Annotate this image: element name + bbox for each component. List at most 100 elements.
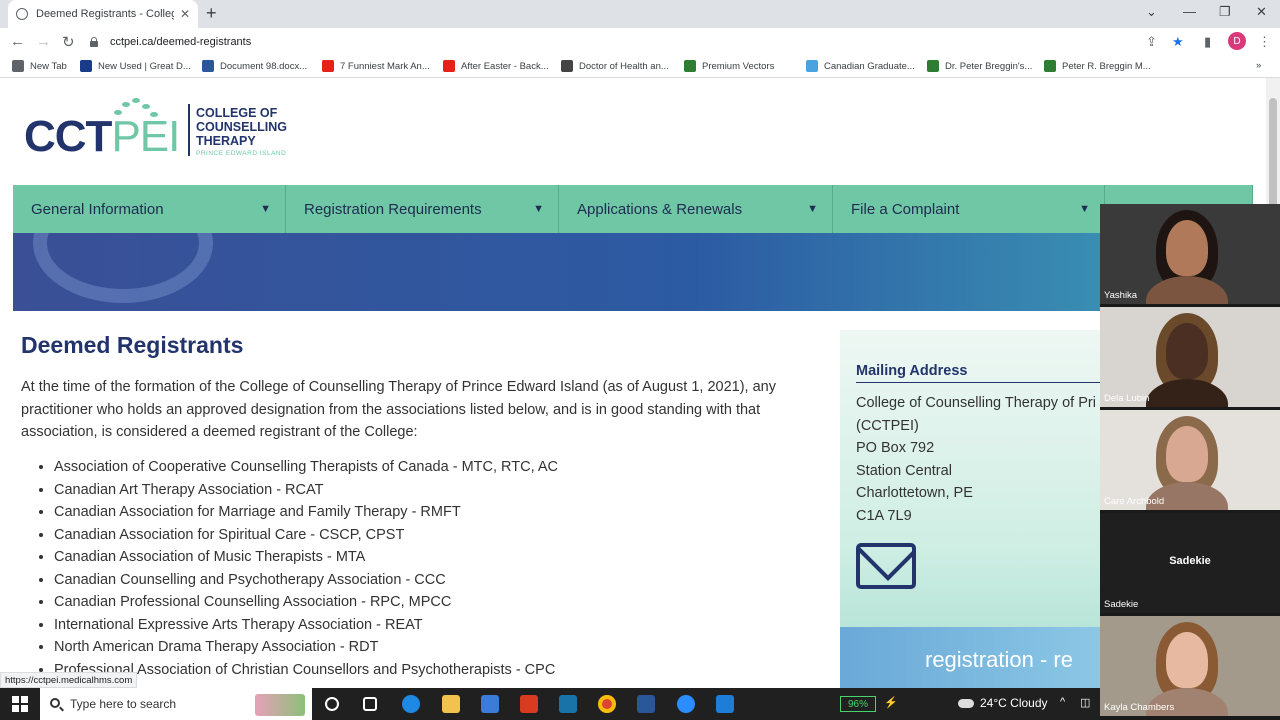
bookmark-item[interactable]: Document 98.docx... xyxy=(202,60,307,72)
nav-item[interactable]: Applications & Renewals ▼ xyxy=(559,185,833,233)
tray-overflow-icon[interactable]: ^ xyxy=(1060,696,1065,708)
bookmarks-overflow-icon[interactable]: » xyxy=(1256,60,1261,71)
plug-icon: ⚡ xyxy=(884,697,898,709)
chevron-down-icon: ▼ xyxy=(260,203,271,215)
tab-search-icon[interactable]: ⌄ xyxy=(1146,4,1157,20)
bookmark-label: 7 Funniest Mark An... xyxy=(340,60,430,72)
back-icon[interactable]: ← xyxy=(10,33,25,50)
participant-name: Care Archbold xyxy=(1104,496,1165,507)
browser-toolbar: ← → ↻ cctpei.ca/deemed-registrants ⇪ ★ ▮… xyxy=(0,28,1280,56)
logo-text: COLLEGE OF COUNSELLING THERAPY xyxy=(196,106,287,148)
envelope-icon[interactable] xyxy=(856,543,916,589)
chrome-icon[interactable] xyxy=(598,695,616,713)
logo-mark: CCTPEI xyxy=(24,112,180,161)
nav-item[interactable]: Registration Requirements ▼ xyxy=(286,185,559,233)
list-item: Canadian Association of Music Therapists… xyxy=(54,546,814,569)
new-tab-button[interactable]: + xyxy=(206,3,217,24)
nav-item[interactable]: General Information ▼ xyxy=(13,185,286,233)
share-icon[interactable]: ⇪ xyxy=(1146,34,1157,50)
nav-item[interactable]: File a Complaint ▼ xyxy=(833,185,1105,233)
globe-icon xyxy=(16,8,28,20)
file-explorer-icon[interactable] xyxy=(442,695,460,713)
bookmark-label: Document 98.docx... xyxy=(220,60,308,72)
tab-title: Deemed Registrants - College of xyxy=(36,8,174,20)
bookmark-item[interactable]: Peter R. Breggin M... xyxy=(1044,60,1151,72)
web-page: CCTPEI COLLEGE OF COUNSELLING THERAPY PR… xyxy=(0,78,1266,688)
app-icon-red[interactable] xyxy=(520,695,538,713)
cortana-icon[interactable] xyxy=(325,697,339,711)
link-status-bubble: https://cctpei.medicalhms.com xyxy=(0,672,138,688)
logo-divider xyxy=(188,104,190,156)
bookmark-favicon-icon xyxy=(684,60,696,72)
participant-body xyxy=(1146,276,1228,304)
chevron-down-icon: ▼ xyxy=(807,203,818,215)
participant-center-name: Sadekie xyxy=(1169,555,1211,567)
mailing-address-heading: Mailing Address xyxy=(856,363,1102,383)
intro-paragraph: At the time of the formation of the Coll… xyxy=(21,379,776,440)
store-icon[interactable] xyxy=(481,695,499,713)
bookmark-item[interactable]: 7 Funniest Mark An... xyxy=(322,60,430,72)
app-icon-l[interactable] xyxy=(559,695,577,713)
address-bar[interactable]: cctpei.ca/deemed-registrants xyxy=(88,30,1148,54)
bookmark-item[interactable]: New Tab xyxy=(12,60,67,72)
participant-tile[interactable]: Kayla Chambers xyxy=(1100,616,1280,716)
battery-indicator[interactable]: 96% xyxy=(840,696,876,712)
task-view-icon[interactable] xyxy=(363,697,377,711)
bookmark-item[interactable]: Dr. Peter Breggin's... xyxy=(927,60,1032,72)
address-line: Station Central xyxy=(856,462,952,479)
weather-widget[interactable]: 24°C Cloudy xyxy=(958,696,1048,710)
app-icon-blue[interactable] xyxy=(716,695,734,713)
minimize-icon[interactable]: — xyxy=(1183,4,1196,19)
cloud-icon xyxy=(958,699,974,709)
bookmark-label: Canadian Graduate... xyxy=(824,60,915,72)
leaf-icon xyxy=(122,102,130,107)
chevron-down-icon: ▼ xyxy=(533,203,544,215)
window-close-icon[interactable]: ✕ xyxy=(1256,4,1267,20)
network-icon[interactable]: ◫ xyxy=(1080,696,1090,709)
address-line: Charlottetown, PE xyxy=(856,485,973,501)
bookmark-favicon-icon xyxy=(561,60,573,72)
forward-icon[interactable]: → xyxy=(36,33,51,50)
leaf-icon xyxy=(142,104,150,109)
participant-name: Dela Lubin xyxy=(1104,393,1150,404)
main-navigation: General Information ▼ Registration Require… xyxy=(13,185,1253,233)
windows-start-icon[interactable] xyxy=(12,696,28,712)
reload-icon[interactable]: ↻ xyxy=(62,33,75,51)
logo-subtitle: PRINCE EDWARD ISLAND xyxy=(196,150,287,157)
banner-swirl xyxy=(33,233,213,303)
zoom-icon[interactable] xyxy=(677,695,695,713)
cctpei-logo[interactable]: CCTPEI COLLEGE OF COUNSELLING THERAPY PR… xyxy=(24,98,294,161)
maximize-icon[interactable]: ❐ xyxy=(1219,4,1231,20)
hero-banner xyxy=(13,233,1253,311)
bookmark-item[interactable]: Doctor of Health an... xyxy=(561,60,669,72)
word-icon[interactable] xyxy=(637,695,655,713)
bookmark-item[interactable]: New Used | Great D... xyxy=(80,60,191,72)
bookmark-label: New Used | Great D... xyxy=(98,60,191,72)
bookmark-star-icon[interactable]: ★ xyxy=(1172,34,1184,50)
profile-avatar[interactable]: D xyxy=(1228,32,1246,50)
browser-tab-active[interactable]: Deemed Registrants - College of ✕ xyxy=(8,0,198,28)
leaf-icon xyxy=(150,112,158,117)
bookmark-label: New Tab xyxy=(30,60,67,72)
address-line: (CCTPEI) xyxy=(856,417,919,434)
taskbar-search-placeholder: Type here to search xyxy=(70,697,177,711)
list-item: Canadian Art Therapy Association - RCAT xyxy=(54,479,814,502)
menu-kebab-icon[interactable]: ⋮ xyxy=(1258,34,1271,50)
video-call-panel: Yashika Dela Lubin Care Archbold Sadekie Sad… xyxy=(1100,204,1280,720)
participant-tile[interactable]: Dela Lubin xyxy=(1100,307,1280,407)
bookmark-label: Doctor of Health an... xyxy=(579,60,669,72)
edge-icon[interactable] xyxy=(402,695,420,713)
participant-tile[interactable]: Sadekie Sadekie xyxy=(1100,513,1280,613)
side-panel-icon[interactable]: ▮ xyxy=(1204,34,1211,50)
bookmark-item[interactable]: Premium Vectors xyxy=(684,60,774,72)
registration-banner[interactable]: registration - re xyxy=(840,627,1102,688)
bookmark-item[interactable]: After Easter - Back... xyxy=(443,60,549,72)
bookmark-item[interactable]: Canadian Graduate... xyxy=(806,60,915,72)
tab-close-icon[interactable]: ✕ xyxy=(180,7,190,21)
participant-face xyxy=(1166,426,1208,482)
association-list: Association of Cooperative Counselling T… xyxy=(54,456,814,681)
bookmark-label: Premium Vectors xyxy=(702,60,775,72)
bookmark-label: Dr. Peter Breggin's... xyxy=(945,60,1033,72)
participant-tile[interactable]: Care Archbold xyxy=(1100,410,1280,510)
participant-tile[interactable]: Yashika xyxy=(1100,204,1280,304)
